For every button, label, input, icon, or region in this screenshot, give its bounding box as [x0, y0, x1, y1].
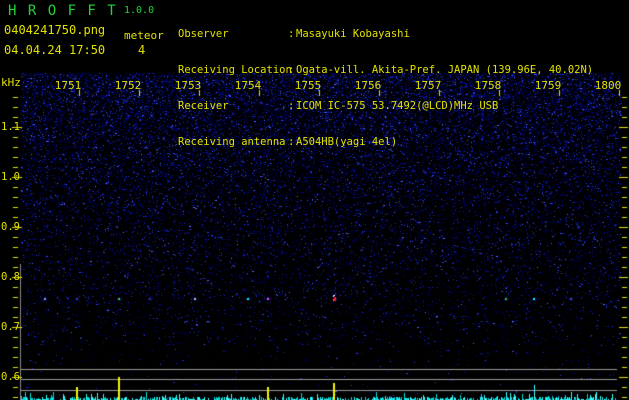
- x-tick-label: 1758: [474, 79, 502, 92]
- echo-count: 4: [138, 43, 146, 57]
- output-filename: 0404241750.png: [4, 23, 106, 37]
- x-tick-label: 1757: [414, 79, 442, 92]
- info-row-location: Receiving Location: Ogata-vill. Akita-Pre…: [178, 64, 593, 76]
- info-row-observer: Observer: Masayuki Kobayashi: [178, 28, 593, 40]
- y-tick-label: 0.9: [1, 221, 20, 233]
- info-value: A504HB(yagi 4el): [296, 136, 398, 148]
- info-label: Receiver: [178, 100, 229, 112]
- y-tick-label: 0.8: [1, 271, 20, 283]
- x-tick-label: 1756: [354, 79, 382, 92]
- info-value: Masayuki Kobayashi: [296, 28, 410, 40]
- x-tick-label: 1755: [294, 79, 322, 92]
- x-tick-label: 1759: [534, 79, 562, 92]
- info-label: Receiving Location: [178, 64, 292, 76]
- x-tick-label: 1753: [174, 79, 202, 92]
- y-tick-label: 0.7: [1, 321, 20, 333]
- y-axis-unit-label: kHz: [1, 76, 21, 89]
- info-label: Observer: [178, 28, 229, 40]
- info-label: Receiving antenna: [178, 136, 286, 148]
- app-title: H R O F F T: [8, 3, 118, 19]
- mode-label: meteor: [124, 29, 164, 42]
- info-separator: :: [288, 136, 295, 148]
- x-tick-label: 1752: [114, 79, 142, 92]
- info-separator: :: [288, 100, 295, 112]
- info-separator: :: [288, 64, 295, 76]
- info-row-receiver: Receiver: ICOM IC-575 53.7492(@LCD)MHz US…: [178, 100, 593, 112]
- app-version: 1.0.0: [124, 5, 155, 16]
- y-tick-label: 1.0: [1, 171, 20, 183]
- info-row-antenna: Receiving antenna: A504HB(yagi 4el): [178, 136, 593, 148]
- y-tick-label: 1.1: [1, 121, 20, 133]
- y-tick-label: 0.6: [1, 371, 20, 383]
- info-separator: :: [288, 28, 295, 40]
- x-tick-label: 1751: [54, 79, 82, 92]
- x-tick-label: 1754: [234, 79, 262, 92]
- info-value: ICOM IC-575 53.7492(@LCD)MHz USB: [296, 100, 499, 112]
- datetime-label: 04.04.24 17:50: [4, 43, 106, 57]
- hrofft-window: H R O F F T 1.0.0 0404241750.png meteor …: [0, 0, 629, 400]
- x-tick-label: 1800: [594, 79, 622, 92]
- info-value: Ogata-vill. Akita-Pref. JAPAN (139.96E, …: [296, 64, 594, 76]
